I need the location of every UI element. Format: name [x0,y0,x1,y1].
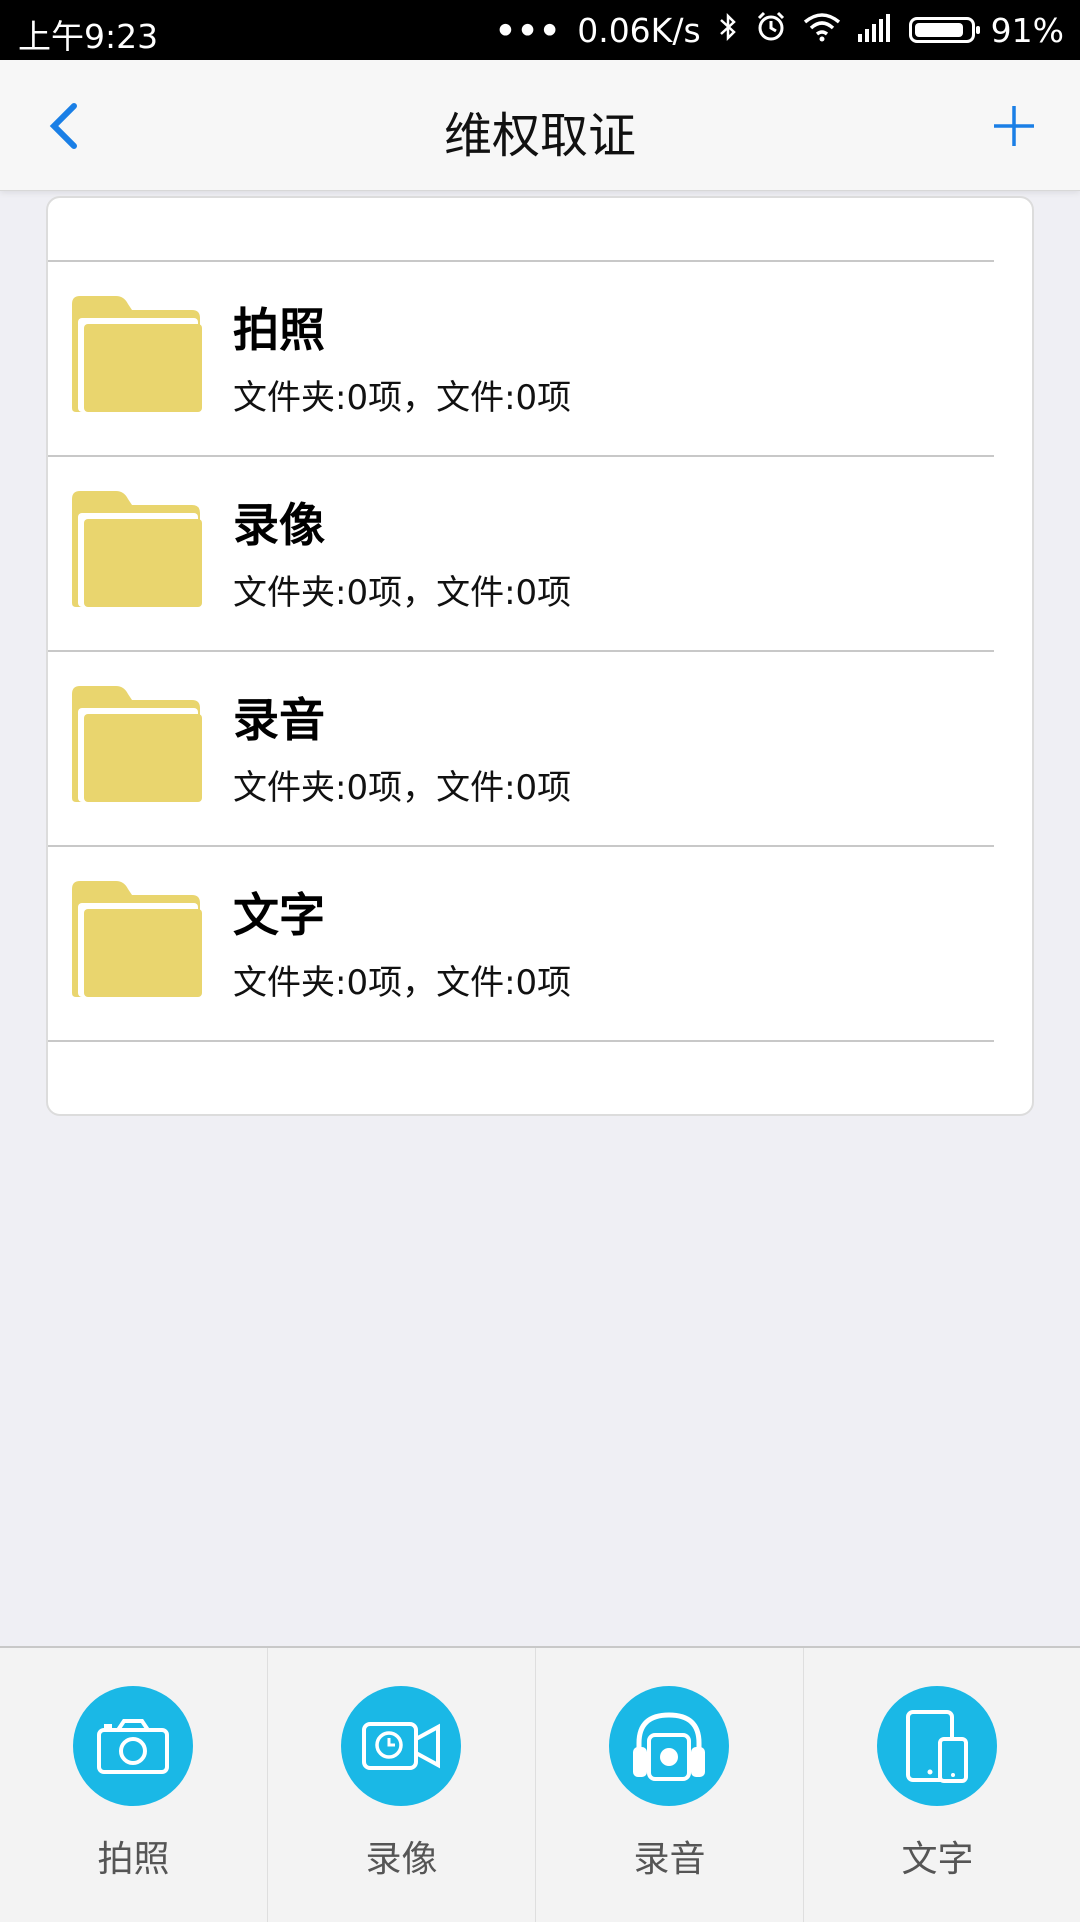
tab-photo[interactable]: 拍照 [0,1648,267,1922]
tab-label: 录音 [633,1839,706,1880]
wifi-icon [803,11,841,50]
folder-icon [72,686,202,802]
status-right: ••• 0.06K/s 91% [495,10,1064,50]
folder-item-video[interactable]: 录像 文件夹:0项，文件:0项 [48,457,994,650]
folder-name: 文字 [233,888,325,942]
folder-item-photo[interactable]: 拍照 文件夹:0项，文件:0项 [48,262,994,455]
folder-name: 录像 [233,498,325,552]
folder-icon [72,491,202,607]
tab-text[interactable]: 文字 [804,1648,1071,1922]
page-title: 维权取证 [443,108,636,164]
bottom-tab-bar: 拍照 录像 录音 文字 [0,1646,1080,1922]
folder-list-card: 拍照 文件夹:0项，文件:0项 录像 文件夹:0项，文件:0项 录音 文件夹:0… [46,196,1034,1116]
signal-icon [857,11,893,50]
tab-label: 拍照 [97,1839,170,1880]
battery-percent: 91% [990,10,1064,50]
folder-summary: 文件夹:0项，文件:0项 [233,573,572,613]
folder-name: 录音 [233,693,325,747]
folder-icon [72,881,202,997]
headphones-icon [609,1686,729,1806]
nav-bar: 维权取证 [0,60,1080,191]
folder-icon [72,296,202,412]
video-camera-icon [341,1686,461,1806]
divider [48,1040,994,1042]
folder-item-text[interactable]: 文字 文件夹:0项，文件:0项 [48,847,994,1040]
status-bar: 上午9:23 ••• 0.06K/s 91% [0,0,1080,60]
tab-audio[interactable]: 录音 [536,1648,803,1922]
camera-icon [73,1686,193,1806]
tablet-phone-icon [877,1686,997,1806]
folder-item-audio[interactable]: 录音 文件夹:0项，文件:0项 [48,652,994,845]
folder-summary: 文件夹:0项，文件:0项 [233,378,572,418]
network-speed: 0.06K/s [577,10,701,50]
folder-name: 拍照 [233,303,325,357]
plus-icon [994,106,1034,146]
add-button[interactable] [988,100,1040,152]
status-time: 上午9:23 [18,17,159,56]
alarm-icon [755,10,787,50]
bluetooth-icon [717,11,739,50]
more-dots-icon: ••• [494,10,562,50]
folder-summary: 文件夹:0项，文件:0项 [233,768,572,808]
folder-summary: 文件夹:0项，文件:0项 [233,963,572,1003]
tab-video[interactable]: 录像 [268,1648,535,1922]
battery-icon [908,17,980,43]
battery-level [914,23,964,37]
tab-label: 录像 [365,1839,438,1880]
tab-label: 文字 [901,1839,974,1880]
